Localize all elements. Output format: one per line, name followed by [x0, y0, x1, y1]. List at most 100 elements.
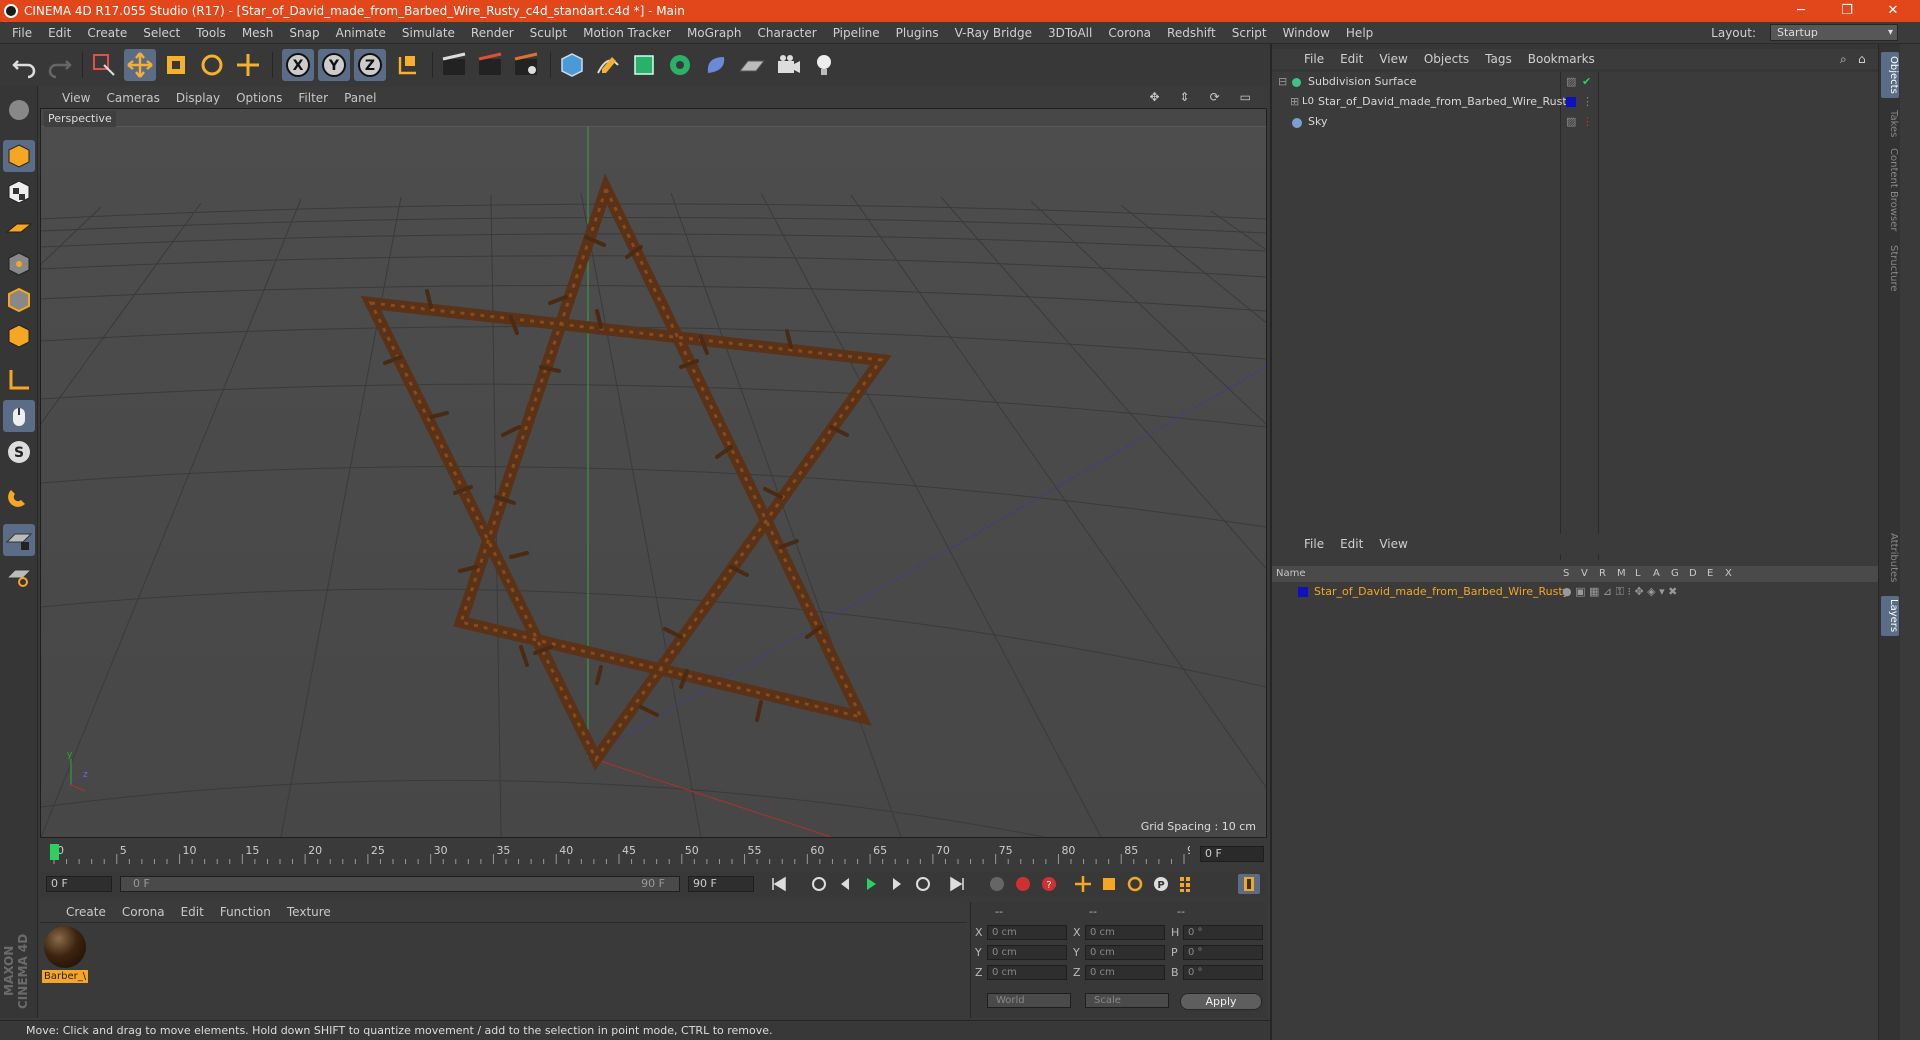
- go-to-end-icon[interactable]: [946, 874, 968, 894]
- menu-pipeline[interactable]: Pipeline: [825, 26, 888, 40]
- material-preview[interactable]: [44, 926, 86, 968]
- menu-mograph[interactable]: MoGraph: [679, 26, 750, 40]
- menu-3dtoall[interactable]: 3DToAll: [1040, 26, 1100, 40]
- menu-help[interactable]: Help: [1338, 26, 1381, 40]
- rotate-icon[interactable]: [196, 49, 228, 81]
- menu-motion-tracker[interactable]: Motion Tracker: [575, 26, 679, 40]
- move-icon[interactable]: [124, 49, 156, 81]
- range-slider[interactable]: 0 F 90 F: [120, 876, 680, 892]
- viewport-menu-view[interactable]: View: [54, 91, 98, 105]
- z-axis-icon[interactable]: Z: [354, 49, 386, 81]
- prev-key-icon[interactable]: [808, 874, 830, 894]
- keyframe-selection-icon[interactable]: ?: [1038, 874, 1060, 894]
- timeline-ruler[interactable]: 051015202530354045505560657075808590: [50, 842, 1190, 866]
- layer-name[interactable]: Star_of_David_made_from_Barbed_Wire_Rust…: [1314, 582, 1569, 602]
- workplane-lock-icon[interactable]: [3, 524, 35, 556]
- menu-corona[interactable]: Corona: [1100, 26, 1159, 40]
- menu-file[interactable]: File: [4, 26, 40, 40]
- tab-attributes[interactable]: Attributes: [1881, 528, 1899, 588]
- objects-menu-edit[interactable]: Edit: [1332, 52, 1371, 66]
- pen-spline-icon[interactable]: [592, 49, 624, 81]
- menu-mesh[interactable]: Mesh: [234, 26, 282, 40]
- size-y-field[interactable]: 0 cm: [1085, 945, 1165, 960]
- dolly-icon[interactable]: ⇕: [1172, 90, 1198, 104]
- layers-menu-file[interactable]: File: [1296, 537, 1332, 551]
- viewport-menu-options[interactable]: Options: [228, 91, 290, 105]
- menu-create[interactable]: Create: [79, 26, 135, 40]
- object-row-sky[interactable]: Sky ▨ ⋮: [1272, 112, 1900, 132]
- menu-simulate[interactable]: Simulate: [394, 26, 463, 40]
- tab-objects[interactable]: Objects: [1881, 52, 1899, 98]
- tab-layers[interactable]: Layers: [1881, 596, 1899, 636]
- viewport-menu-display[interactable]: Display: [168, 91, 228, 105]
- key-rotation-icon[interactable]: [1124, 874, 1146, 894]
- coord-mode-select[interactable]: World: [987, 993, 1071, 1008]
- redo-icon[interactable]: [44, 49, 76, 81]
- move-alt-icon[interactable]: [232, 49, 264, 81]
- menu-redshift[interactable]: Redshift: [1159, 26, 1224, 40]
- close-button[interactable]: ✕: [1870, 0, 1916, 22]
- menu-character[interactable]: Character: [749, 26, 824, 40]
- step-forward-icon[interactable]: [886, 874, 908, 894]
- menu-animate[interactable]: Animate: [328, 26, 394, 40]
- home-icon[interactable]: ⌂: [1850, 52, 1874, 66]
- workplane-axis-icon[interactable]: [3, 560, 35, 592]
- live-selection-icon[interactable]: [88, 49, 120, 81]
- magnet-icon[interactable]: [3, 480, 35, 512]
- viewport-menu-filter[interactable]: Filter: [290, 91, 336, 105]
- x-axis-icon[interactable]: X: [282, 49, 314, 81]
- layer-color-swatch[interactable]: [1298, 587, 1308, 597]
- rotation-p-field[interactable]: 0 °: [1183, 945, 1263, 960]
- render-view-icon[interactable]: [438, 49, 470, 81]
- array-icon[interactable]: [664, 49, 696, 81]
- step-back-icon[interactable]: [834, 874, 856, 894]
- texture-mode-icon[interactable]: [3, 176, 35, 208]
- menu-sculpt[interactable]: Sculpt: [522, 26, 575, 40]
- object-row-star[interactable]: ⊞ L0 Star_of_David_made_from_Barbed_Wire…: [1272, 92, 1900, 112]
- record-key-icon[interactable]: [986, 874, 1008, 894]
- maximize-icon[interactable]: ▭: [1232, 90, 1259, 104]
- layers-menu-edit[interactable]: Edit: [1332, 537, 1371, 551]
- next-key-icon[interactable]: [912, 874, 934, 894]
- rotation-b-field[interactable]: 0 °: [1183, 965, 1263, 980]
- layer-row[interactable]: Star_of_David_made_from_Barbed_Wire_Rust…: [1272, 582, 1900, 602]
- points-mode-icon[interactable]: [3, 248, 35, 280]
- model-mode-icon[interactable]: [3, 140, 35, 172]
- menu-window[interactable]: Window: [1275, 26, 1338, 40]
- size-mode-select[interactable]: Scale: [1085, 993, 1169, 1008]
- expand-icon[interactable]: ⊞: [1290, 92, 1299, 112]
- timeline-window-icon[interactable]: [1238, 874, 1260, 894]
- viewport-menu-panel[interactable]: Panel: [336, 91, 384, 105]
- autokey-icon[interactable]: [1012, 874, 1034, 894]
- end-frame-field[interactable]: 90 F: [688, 876, 754, 892]
- layout-select[interactable]: Startup: [1770, 24, 1898, 41]
- size-x-field[interactable]: 0 cm: [1085, 925, 1165, 940]
- restore-button[interactable]: ❐: [1824, 0, 1870, 22]
- camera-icon[interactable]: [772, 49, 804, 81]
- playhead[interactable]: [50, 844, 59, 860]
- material-menu-function[interactable]: Function: [212, 905, 279, 919]
- menu-snap[interactable]: Snap: [281, 26, 327, 40]
- play-icon[interactable]: [860, 874, 882, 894]
- pan-icon[interactable]: ✥: [1141, 90, 1167, 104]
- cube-icon[interactable]: [556, 49, 588, 81]
- make-editable-icon[interactable]: [3, 94, 35, 126]
- edges-mode-icon[interactable]: [3, 284, 35, 316]
- key-scale-icon[interactable]: [1098, 874, 1120, 894]
- edit-render-settings-icon[interactable]: [510, 49, 542, 81]
- floor-icon[interactable]: [736, 49, 768, 81]
- perspective-viewport[interactable]: Perspective y z Grid Spacing: 10 cm: [40, 108, 1267, 838]
- position-y-field[interactable]: 0 cm: [987, 945, 1067, 960]
- go-to-start-icon[interactable]: [768, 874, 790, 894]
- deformer-icon[interactable]: [700, 49, 732, 81]
- key-pla-icon[interactable]: [1176, 874, 1198, 894]
- layer-icon[interactable]: ▨: [1566, 112, 1576, 132]
- scale-icon[interactable]: [160, 49, 192, 81]
- enabled-check-icon[interactable]: ✔: [1582, 72, 1591, 92]
- minimize-button[interactable]: ─: [1778, 0, 1824, 22]
- menu-render[interactable]: Render: [463, 26, 522, 40]
- polygons-mode-icon[interactable]: [3, 320, 35, 352]
- visibility-dots-icon[interactable]: ⋮: [1582, 112, 1593, 132]
- apply-button[interactable]: Apply: [1180, 993, 1262, 1010]
- light-icon[interactable]: [808, 49, 840, 81]
